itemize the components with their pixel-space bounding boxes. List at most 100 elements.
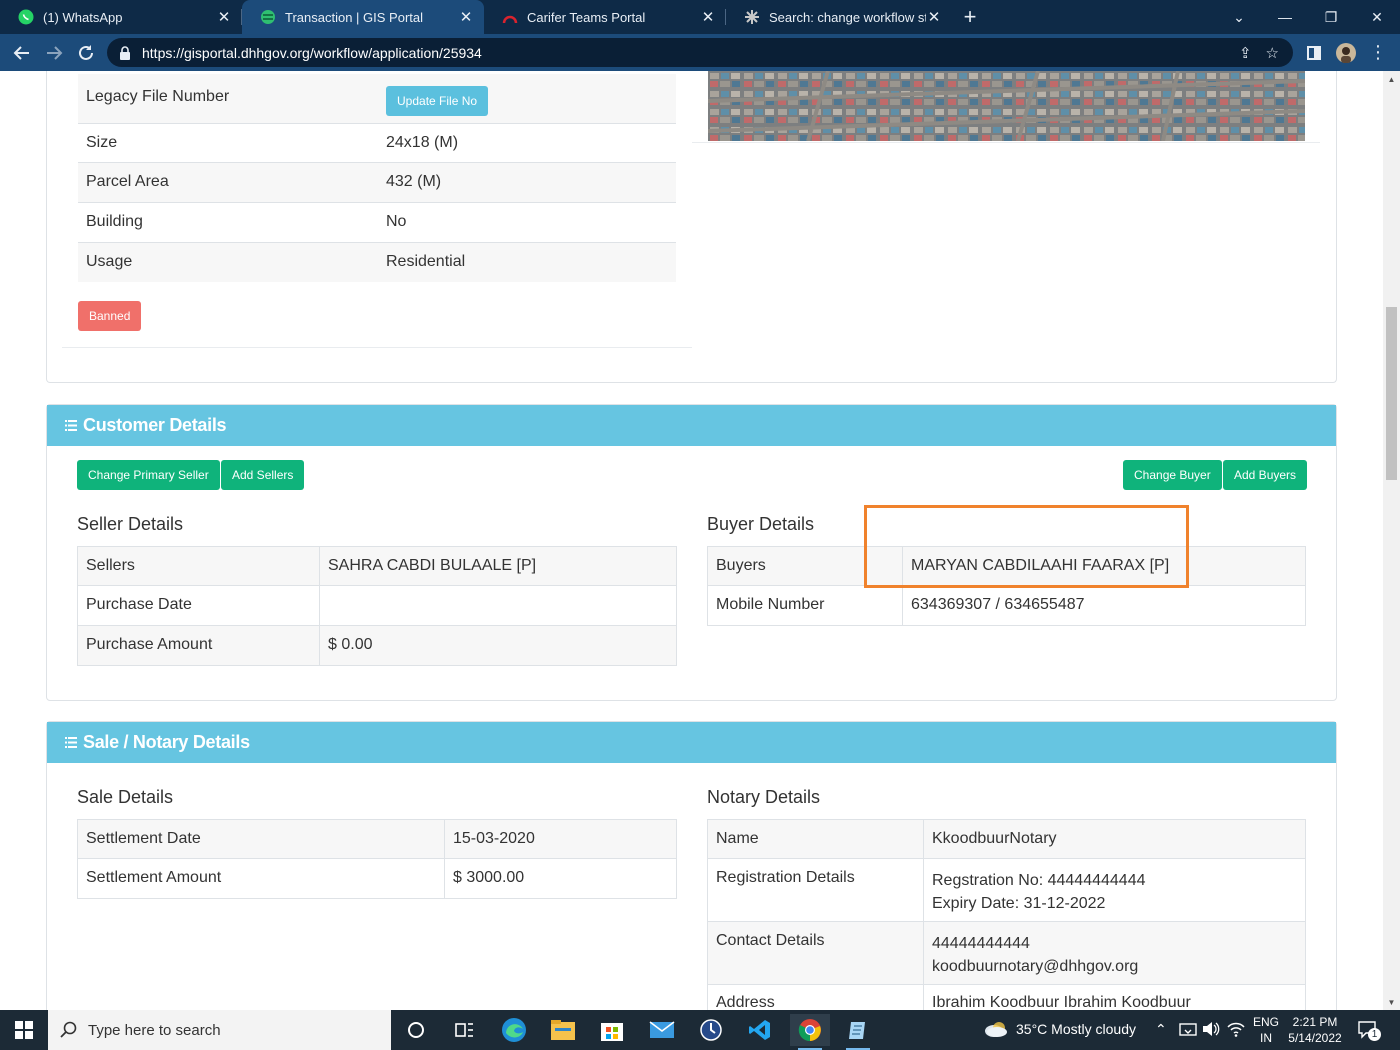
scrollbar-thumb[interactable] [1386,307,1397,480]
region-code: IN [1260,1031,1272,1045]
microsoft-store-icon[interactable] [592,1014,632,1046]
chevron-up-icon[interactable]: ⌃ [1155,1021,1167,1038]
system-clock[interactable]: 2:21 PM 5/14/2022 [1286,1014,1344,1046]
buyer-label: Mobile Number [707,585,903,626]
table-row: Building No [78,201,676,243]
seller-label: Purchase Date [77,585,320,626]
close-tab-icon[interactable]: ✕ [216,8,232,26]
wifi-icon[interactable] [1227,1022,1245,1040]
property-value-cell: Update File No [378,74,676,124]
notary-value: 44444444444 [932,935,1030,952]
close-tab-icon[interactable]: ✕ [700,8,716,26]
scroll-up-icon[interactable]: ▲ [1383,71,1400,87]
notary-value: Regstration No: 44444444444 [932,872,1146,889]
tab-label: Search: change workflow status - [769,9,926,25]
seller-details-title: Seller Details [77,514,184,534]
notary-value-cell: 44444444444 koodbuurnotary@dhhgov.org [923,921,1306,985]
minimize-icon[interactable]: — [1262,0,1308,34]
edge-browser-icon[interactable] [494,1014,534,1046]
tab-teams-portal[interactable]: Carifer Teams Portal ✕ [484,0,726,34]
tab-whatsapp[interactable]: (1) WhatsApp ✕ [0,0,242,34]
table-row: Settlement Date 15-03-2020 [77,819,677,859]
bookmark-star-icon[interactable]: ☆ [1266,44,1279,62]
close-window-icon[interactable]: ✕ [1354,0,1400,34]
table-row: Purchase Date [77,585,677,626]
language-indicator[interactable]: ENG IN [1253,1014,1279,1046]
language-code: ENG [1253,1015,1280,1029]
sale-label: Settlement Amount [77,858,445,899]
notary-label: Contact Details [707,921,924,985]
volume-icon[interactable] [1202,1021,1220,1040]
table-row: Mobile Number 634369307 / 634655487 [707,585,1306,626]
notification-center-icon[interactable]: 1 [1358,1020,1381,1043]
property-label: Usage [78,241,378,282]
table-row: Size 24x18 (M) [78,122,676,163]
share-icon[interactable]: ⇪ [1239,44,1252,62]
taskbar-search-box[interactable]: Type here to search [48,1010,391,1050]
url-bar[interactable]: https://gisportal.dhhgov.org/workflow/ap… [107,38,1293,67]
timer-app-icon[interactable] [691,1014,731,1046]
buyer-details-title: Buyer Details [707,514,815,534]
new-tab-button[interactable]: + [952,0,988,34]
network-drive-icon[interactable] [1179,1021,1197,1040]
file-explorer-icon[interactable] [543,1014,583,1046]
property-details-card: Legacy File Number Update File No Size 2… [46,71,1337,383]
add-buyers-button[interactable]: Add Buyers [1223,460,1308,490]
forward-arrow-icon [47,45,63,60]
notary-value: koodbuurnotary@dhhgov.org [932,958,1139,975]
profile-avatar[interactable] [1334,34,1358,71]
seller-details-table: Sellers SAHRA CABDI BULAALE [P] Purchase… [77,546,677,666]
banned-button[interactable]: Banned [78,301,142,331]
windows-taskbar: Type here to search 35°C Mostly cloudy ⌃ [0,1010,1400,1050]
search-tab-icon [744,9,760,25]
change-buyer-button[interactable]: Change Buyer [1123,460,1222,490]
update-file-no-button[interactable]: Update File No [386,86,489,116]
table-row: Name KkoodbuurNotary [707,819,1306,859]
table-row: Parcel Area 432 (M) [78,161,676,203]
task-view-icon[interactable] [444,1014,484,1046]
property-value: 432 (M) [378,161,676,203]
table-row: Address Ibrahim Koodbuur Ibrahim Koodbuu… [707,984,1306,1010]
url-text: https://gisportal.dhhgov.org/workflow/ap… [142,44,482,61]
seller-value: $ 0.00 [319,625,677,666]
aerial-map-image [708,71,1305,141]
tab-search-dropdown-icon[interactable]: ⌄ [1216,0,1262,34]
table-row: Sellers SAHRA CABDI BULAALE [P] [77,546,677,586]
tab-search[interactable]: Search: change workflow status - ✕ [726,0,952,34]
clock-time: 2:21 PM [1292,1015,1338,1029]
weather-widget[interactable]: 35°C Mostly cloudy [984,1020,1136,1038]
search-placeholder: Type here to search [88,1021,221,1039]
cortana-icon[interactable] [396,1014,436,1046]
property-value: Residential [378,241,676,282]
tab-label: Carifer Teams Portal [527,9,646,25]
chrome-icon[interactable] [790,1014,830,1050]
scroll-down-icon[interactable]: ▼ [1383,994,1400,1010]
tab-gis-portal[interactable]: Transaction | GIS Portal ✕ [242,0,484,34]
reload-button[interactable] [70,37,102,69]
seller-value: SAHRA CABDI BULAALE [P] [319,546,677,586]
tab-label: (1) WhatsApp [43,9,123,25]
table-row: Settlement Amount $ 3000.00 [77,858,677,899]
mail-icon[interactable] [642,1014,682,1046]
property-details-table: Legacy File Number Update File No Size 2… [78,74,676,282]
browser-menu-icon[interactable]: ⋮ [1368,34,1388,71]
sale-notary-details-header: Sale / Notary Details [47,722,1336,763]
sale-value: 15-03-2020 [444,819,677,859]
side-panel-icon[interactable] [1303,34,1325,71]
seller-label: Purchase Amount [77,625,320,666]
back-button[interactable] [6,37,38,69]
change-primary-seller-button[interactable]: Change Primary Seller [77,460,220,490]
close-tab-icon[interactable]: ✕ [926,8,942,26]
sale-label: Settlement Date [77,819,445,859]
notepad-icon[interactable] [838,1014,878,1050]
page-scrollbar[interactable]: ▲ ▼ [1383,71,1400,1010]
close-tab-icon[interactable]: ✕ [458,8,474,26]
sale-details-title: Sale Details [77,787,174,807]
restore-icon[interactable]: ❐ [1308,0,1354,34]
add-sellers-button[interactable]: Add Sellers [221,460,305,490]
vscode-icon[interactable] [740,1014,780,1046]
windows-start-icon[interactable] [4,1014,44,1046]
property-label: Size [78,122,378,163]
whatsapp-icon [18,9,34,25]
forward-button[interactable] [38,37,70,69]
